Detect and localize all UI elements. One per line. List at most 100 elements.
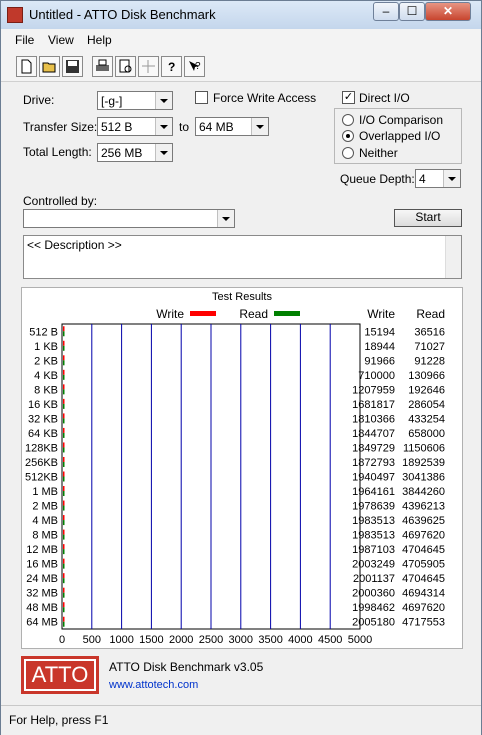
svg-text:?: ?	[195, 61, 201, 72]
write-bar	[63, 529, 65, 535]
queue-depth-label: Queue Depth:	[340, 172, 415, 186]
description-scrollbar[interactable]	[445, 236, 461, 278]
start-button[interactable]: Start	[394, 209, 462, 227]
title-bar[interactable]: Untitled - ATTO Disk Benchmark – ☐ ✕	[1, 1, 481, 29]
chevron-down-icon[interactable]	[155, 92, 172, 109]
open-icon[interactable]	[39, 56, 60, 77]
legend-write-label: Write	[156, 307, 184, 321]
y-category-label: 2 KB	[34, 355, 58, 367]
write-bar	[63, 558, 65, 564]
atto-logo: ATTO	[21, 656, 99, 694]
read-value: 4694314	[402, 588, 445, 600]
transfer-to-select[interactable]: 64 MB	[195, 117, 269, 136]
drive-label: Drive:	[23, 93, 55, 107]
chevron-down-icon[interactable]	[251, 118, 268, 135]
direct-io-checkbox[interactable]: ✓	[342, 91, 355, 104]
write-bar	[63, 355, 65, 361]
move-icon[interactable]	[138, 56, 159, 77]
write-value: 15194	[364, 326, 395, 338]
force-write-checkbox[interactable]	[195, 91, 208, 104]
transfer-from-select[interactable]: 512 B	[97, 117, 173, 136]
close-button[interactable]: ✕	[425, 2, 471, 21]
read-value: 658000	[408, 428, 445, 440]
read-bar	[63, 578, 65, 584]
results-title: Test Results	[212, 291, 272, 303]
write-bar	[63, 515, 65, 521]
read-value: 433254	[408, 413, 445, 425]
save-icon[interactable]	[62, 56, 83, 77]
overlapped-io-label: Overlapped I/O	[359, 129, 441, 143]
queue-depth-select[interactable]: 4	[415, 169, 461, 188]
x-tick-label: 2500	[199, 634, 223, 646]
write-value: 1207959	[352, 384, 395, 396]
read-value: 130966	[408, 370, 445, 382]
y-category-label: 512KB	[25, 472, 58, 484]
read-bar	[63, 432, 65, 438]
write-value: 1844707	[352, 428, 395, 440]
read-value: 4697620	[402, 602, 445, 614]
y-category-label: 1 MB	[32, 486, 58, 498]
read-value: 36516	[414, 326, 445, 338]
write-bar	[63, 326, 65, 332]
drive-select[interactable]: [-g-]	[97, 91, 173, 110]
y-category-label: 64 MB	[26, 617, 58, 629]
write-value: 1849729	[352, 442, 395, 454]
app-window: Untitled - ATTO Disk Benchmark – ☐ ✕ Fil…	[0, 0, 482, 735]
maximize-button[interactable]: ☐	[399, 2, 425, 21]
neither-radio[interactable]	[342, 147, 354, 159]
y-category-label: 64 KB	[28, 428, 58, 440]
menu-file[interactable]: File	[15, 33, 34, 47]
chevron-down-icon[interactable]	[217, 210, 234, 227]
menu-help[interactable]: Help	[87, 33, 112, 47]
write-bar	[63, 413, 65, 419]
read-value: 192646	[408, 384, 445, 396]
print-icon[interactable]	[92, 56, 113, 77]
write-value: 710000	[358, 370, 395, 382]
test-results-panel: Test Results Write Read Write Read 0 500 1000 15…	[21, 287, 463, 660]
status-text: For Help, press F1	[9, 713, 109, 727]
write-bar	[63, 442, 65, 448]
io-comparison-radio[interactable]	[342, 114, 354, 126]
y-category-label: 32 MB	[26, 588, 58, 600]
chevron-down-icon[interactable]	[155, 144, 172, 161]
write-value: 1983513	[352, 530, 395, 542]
help-icon[interactable]: ?	[161, 56, 182, 77]
write-value: 1964161	[352, 486, 395, 498]
read-bar	[63, 549, 65, 555]
toolbar: ? ?	[1, 51, 481, 82]
y-category-label: 4 MB	[32, 515, 58, 527]
read-bar	[63, 607, 65, 613]
write-value: 1998462	[352, 602, 395, 614]
description-textarea[interactable]: << Description >>	[23, 235, 462, 279]
to-label: to	[179, 120, 190, 134]
window-title: Untitled - ATTO Disk Benchmark	[29, 7, 216, 22]
x-tick-label: 3000	[229, 634, 253, 646]
new-icon[interactable]	[16, 56, 37, 77]
read-bar	[63, 389, 65, 395]
x-tick-label: 500	[83, 634, 101, 646]
read-value: 4639625	[402, 515, 445, 527]
write-bar	[63, 427, 65, 433]
write-value: 18944	[364, 341, 395, 353]
website-link[interactable]: www.attotech.com	[109, 679, 198, 691]
read-value: 1150606	[403, 442, 445, 454]
total-length-select[interactable]: 256 MB	[97, 143, 173, 162]
controlled-by-select[interactable]	[23, 209, 235, 228]
y-category-label: 16 MB	[26, 559, 58, 571]
y-category-label: 1 KB	[34, 341, 58, 353]
write-value: 1940497	[352, 472, 395, 484]
context-help-icon[interactable]: ?	[184, 56, 205, 77]
chevron-down-icon[interactable]	[443, 170, 460, 187]
print-preview-icon[interactable]	[115, 56, 136, 77]
y-category-label: 512 B	[29, 326, 58, 338]
chevron-down-icon[interactable]	[155, 118, 172, 135]
minimize-button[interactable]: –	[373, 2, 399, 21]
controlled-by-label: Controlled by:	[23, 194, 98, 208]
y-category-label: 48 MB	[26, 602, 58, 614]
write-value: 1872793	[352, 457, 395, 469]
read-value: 3041386	[402, 472, 445, 484]
overlapped-io-radio[interactable]	[342, 130, 354, 142]
read-bar	[63, 520, 65, 526]
menu-view[interactable]: View	[48, 33, 74, 47]
y-category-label: 24 MB	[26, 573, 58, 585]
